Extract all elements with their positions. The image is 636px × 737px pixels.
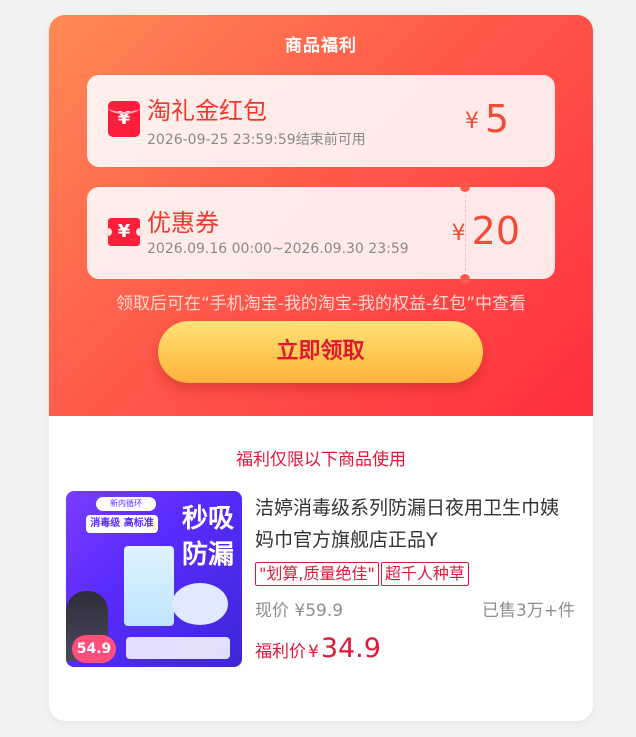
claim-button[interactable]: 立即领取 [158,321,483,383]
coupon-red-envelope[interactable]: ¥ 淘礼金红包 2026-09-25 23:59:59结束前可用 ¥5 [87,75,555,167]
coupon-value: 20 [471,209,520,253]
panel-title: 商品福利 [285,36,357,56]
coupon-name: 优惠券 [147,209,219,237]
current-price-label: 现价 [255,601,289,621]
current-price: 现价 ¥59.9 [255,596,343,621]
coupon-panel: 商品福利 ¥ 淘礼金红包 2026-09-25 23:59:59结束前可用 ¥5… [49,15,593,416]
product-strip-graphic [126,637,230,659]
currency-symbol: ¥ [308,642,319,662]
package-graphic [124,546,174,626]
image-brand: 新内循环 [96,497,156,511]
welfare-card: 商品福利 ¥ 淘礼金红包 2026-09-25 23:59:59结束前可用 ¥5… [49,15,593,721]
coupon-notch [460,274,470,284]
coupon-amount: ¥5 [465,97,509,144]
coupon-validity: 2026.09.16 00:00~2026.09.30 23:59 [147,241,409,257]
currency-symbol: ¥ [294,601,306,621]
image-price-badge: 54.9 [72,635,116,663]
pad-graphic [172,583,228,625]
product-tags: "划算,质量绝佳" 超千人种草 [255,562,471,586]
currency-symbol: ¥ [451,220,466,246]
product-tag: "划算,质量绝佳" [255,562,379,586]
coupon-discount[interactable]: ¥ 优惠券 2026.09.16 00:00~2026.09.30 23:59 … [87,182,555,284]
claim-hint: 领取后可在“手机淘宝-我的淘宝-我的权益-红包”中查看 [115,294,527,314]
coupon-validity: 2026-09-25 23:59:59结束前可用 [147,132,366,148]
coupon-notch [460,182,470,192]
benefit-price-value: 34.9 [320,633,381,664]
coupon-value: 5 [484,97,509,141]
product-title[interactable]: 洁婷消毒级系列防漏日夜用卫生巾姨妈巾官方旗舰店正品Y [255,492,575,556]
currency-symbol: ¥ [464,108,479,134]
image-tag: 消毒级 高标准 [86,515,158,533]
section-title: 福利仅限以下商品使用 [236,450,406,470]
coupon-amount: ¥20 [452,209,520,256]
sold-count: 已售3万+件 [481,601,575,621]
product-tag: 超千人种草 [380,562,469,586]
benefit-price-label: 福利价 [255,642,306,662]
benefit-price: 福利价 ¥34.9 [255,633,381,664]
red-envelope-icon: ¥ [108,101,140,137]
ticket-icon: ¥ [104,218,144,246]
product-image[interactable]: 新内循环 消毒级 高标准 秒吸防漏 54.9 [66,491,242,667]
image-headline: 秒吸防漏 [181,504,234,570]
coupon-name: 淘礼金红包 [147,97,267,125]
current-price-value: 59.9 [305,601,344,621]
